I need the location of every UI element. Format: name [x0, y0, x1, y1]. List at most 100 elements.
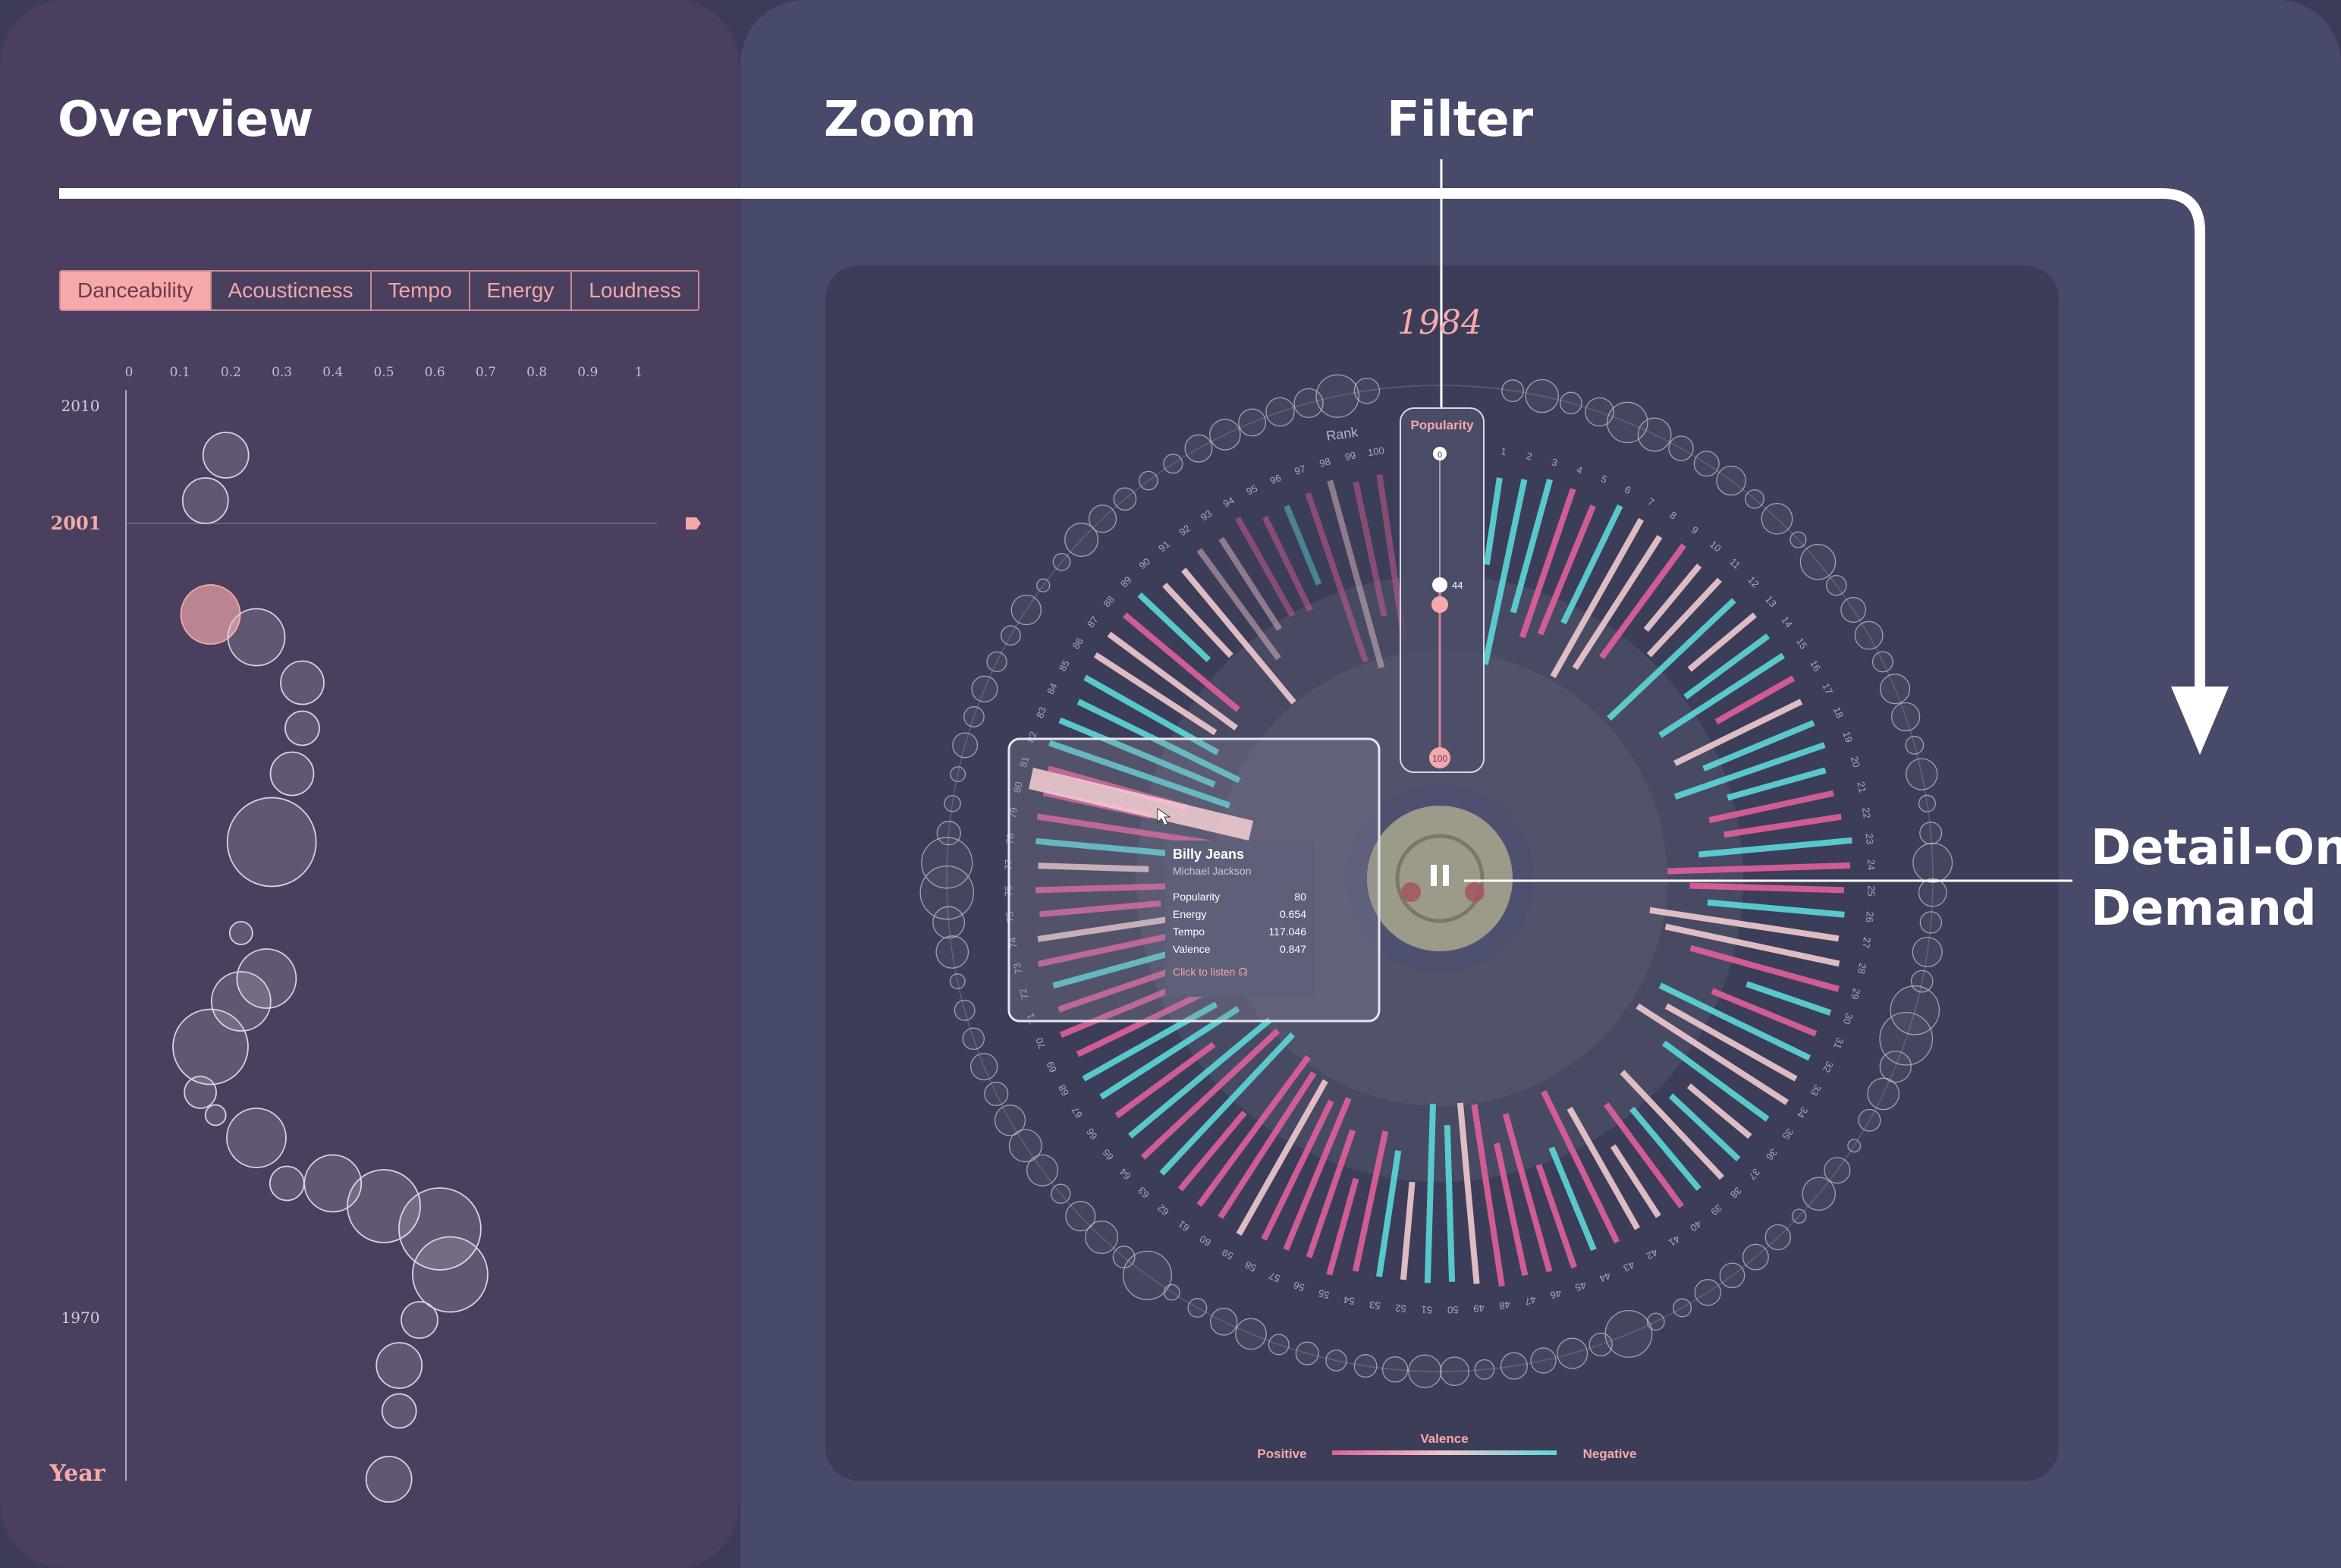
outer-bubble	[1325, 1350, 1347, 1372]
outer-bubble	[1500, 1352, 1528, 1380]
outer-bubble	[1065, 1201, 1096, 1232]
tooltip-row-popularity: Popularity 80	[1173, 891, 1306, 903]
rank-label: 95	[1244, 482, 1259, 498]
outer-bubble	[936, 821, 961, 846]
arrow-head-icon	[2171, 687, 2229, 755]
outer-bubble	[1088, 504, 1117, 533]
tooltip-row-energy: Energy 0.654	[1173, 908, 1306, 920]
tab-loudness[interactable]: Loudness	[572, 272, 697, 310]
outer-bubble	[1381, 1356, 1409, 1383]
rank-label: 41	[1667, 1233, 1682, 1248]
rank-label: 99	[1343, 449, 1356, 463]
outer-bubble	[1826, 574, 1847, 596]
rank-label: 39	[1708, 1202, 1724, 1218]
rank-label: 93	[1199, 507, 1214, 523]
song-ray[interactable]	[1686, 1083, 1752, 1139]
outer-bubble	[1912, 936, 1943, 968]
song-ray[interactable]	[1702, 720, 1815, 771]
rank-label: 18	[1831, 705, 1846, 720]
tooltip-label: Valence	[1173, 943, 1211, 955]
rank-label: 20	[1849, 755, 1862, 768]
click-to-listen-link[interactable]: Click to listen ☊	[1173, 966, 1306, 979]
song-ray[interactable]	[1123, 612, 1240, 712]
outer-bubble	[1854, 621, 1884, 650]
rank-label: 23	[1864, 833, 1876, 845]
popularity-range-marker	[1431, 596, 1448, 613]
tab-energy[interactable]: Energy	[470, 272, 573, 310]
rank-label: 62	[1155, 1202, 1171, 1218]
rank-label: 51	[1421, 1304, 1432, 1315]
rank-label: 56	[1292, 1279, 1306, 1293]
rank-label: 17	[1820, 681, 1835, 696]
song-ray[interactable]	[1620, 1070, 1724, 1180]
outer-bubble	[994, 1105, 1026, 1136]
song-ray[interactable]	[1262, 515, 1313, 612]
legend-positive: Positive	[1257, 1447, 1306, 1461]
rank-label: 40	[1688, 1218, 1704, 1234]
outer-bubble	[1315, 374, 1359, 418]
outer-bubble	[986, 651, 1007, 673]
outer-bubble	[1745, 489, 1764, 509]
rank-label: 85	[1057, 658, 1072, 673]
outer-bubble	[1890, 702, 1921, 732]
rank-label: 26	[1864, 911, 1876, 923]
outer-bubble	[1209, 1308, 1238, 1336]
rank-label: 66	[1084, 1127, 1100, 1142]
song-ray[interactable]	[1687, 612, 1757, 672]
rank-label: 16	[1808, 658, 1823, 673]
popularity-min-label: 0	[1438, 451, 1442, 460]
tooltip-row-tempo: Tempo 117.046	[1173, 925, 1306, 938]
song-ray[interactable]	[1235, 516, 1296, 617]
rank-label: 67	[1070, 1105, 1085, 1120]
outer-bubble	[1905, 736, 1925, 755]
outer-bubble	[1112, 1246, 1136, 1269]
rank-label: 3	[1551, 456, 1559, 468]
rank-label: 94	[1221, 495, 1236, 510]
song-ray[interactable]	[1643, 564, 1702, 632]
outer-bubble	[1694, 1279, 1721, 1306]
rank-label: 100	[1367, 445, 1385, 458]
rank-label: 87	[1085, 614, 1101, 630]
outer-bubble	[962, 1027, 985, 1051]
rank-label: 90	[1136, 555, 1152, 571]
outer-bubble	[1918, 878, 1947, 907]
rank-label: 10	[1708, 539, 1724, 555]
rank-label: 34	[1795, 1105, 1810, 1120]
outer-bubble	[1673, 1298, 1692, 1318]
outer-bubble	[1906, 758, 1938, 790]
rank-label: 31	[1831, 1036, 1846, 1051]
outer-bubble	[1560, 391, 1582, 415]
tooltip-value: 0.654	[1279, 908, 1306, 920]
song-ray[interactable]	[1668, 1093, 1741, 1162]
song-ray[interactable]	[1610, 1144, 1661, 1218]
outer-bubble	[1163, 454, 1183, 474]
outer-bubble	[1187, 1298, 1208, 1318]
song-ray[interactable]	[1548, 1146, 1597, 1252]
filter-heading: Filter	[1387, 92, 1534, 148]
tab-acousticness[interactable]: Acousticness	[212, 272, 372, 310]
popularity-max-label: 100	[1432, 753, 1447, 764]
outer-bubble	[1525, 379, 1560, 413]
song-ray[interactable]	[1711, 988, 1818, 1037]
rank-label: 4	[1575, 463, 1584, 476]
song-ray[interactable]	[1400, 1181, 1416, 1280]
song-ray[interactable]	[1724, 813, 1842, 838]
rank-label: 42	[1645, 1246, 1660, 1262]
overview-heading: Overview	[58, 92, 314, 148]
song-ray[interactable]	[1714, 675, 1795, 724]
outer-bubble	[1764, 1224, 1791, 1251]
popularity-handle[interactable]	[1432, 577, 1447, 592]
outer-bubble	[1668, 435, 1694, 461]
song-ray[interactable]	[1137, 592, 1211, 662]
song-ray[interactable]	[1162, 583, 1233, 658]
rank-label: 22	[1860, 806, 1873, 819]
rank-label: 32	[1821, 1060, 1836, 1075]
tooltip-value: 0.847	[1279, 943, 1306, 955]
tab-tempo[interactable]: Tempo	[372, 272, 470, 310]
song-ray[interactable]	[1483, 477, 1503, 565]
rank-label: 97	[1293, 463, 1307, 477]
tab-danceability[interactable]: Danceability	[61, 272, 212, 310]
rank-label: 96	[1268, 472, 1283, 486]
outer-bubble	[935, 935, 969, 969]
outer-bubble	[1010, 594, 1042, 626]
